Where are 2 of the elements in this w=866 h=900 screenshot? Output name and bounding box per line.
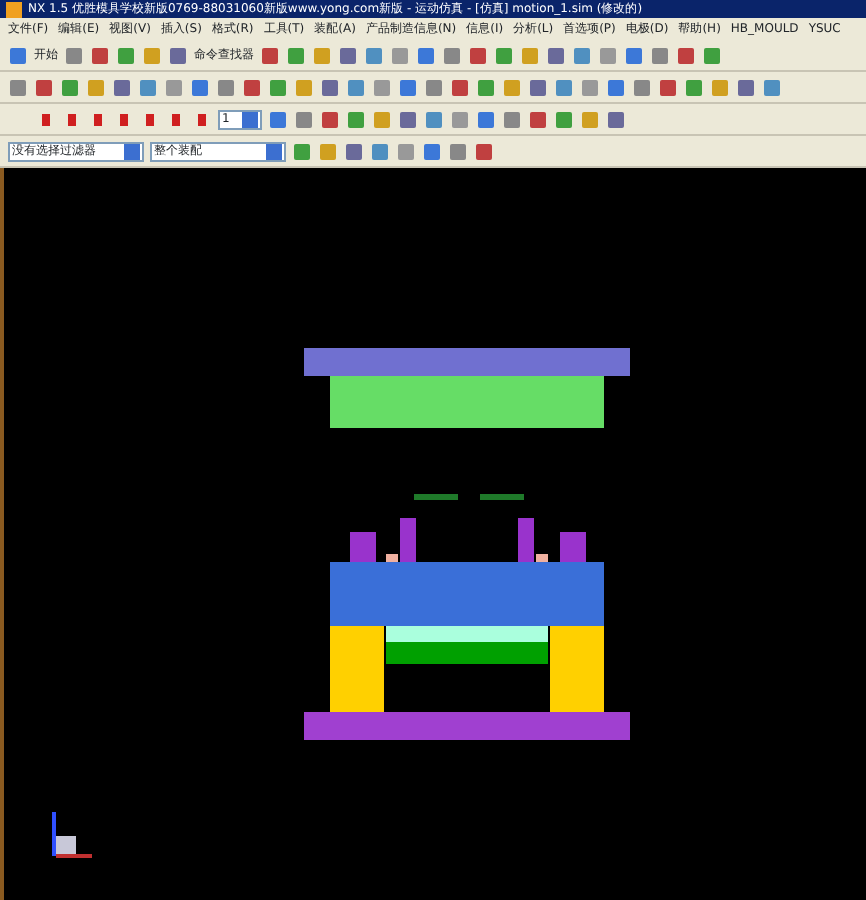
coordinate-triad-icon (52, 812, 92, 858)
app-icon (6, 1, 22, 17)
